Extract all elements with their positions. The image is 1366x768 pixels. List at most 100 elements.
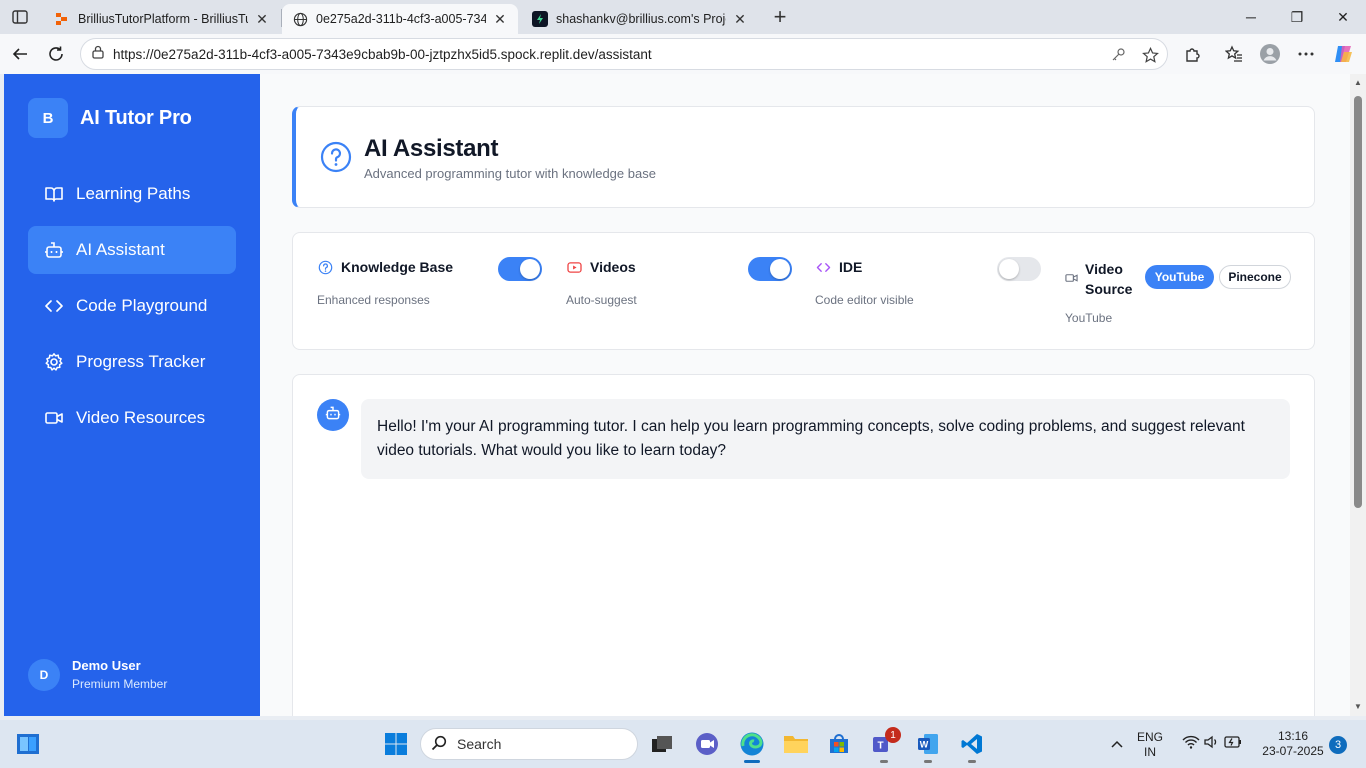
- file-explorer-icon[interactable]: [780, 728, 812, 760]
- copilot-icon[interactable]: [1331, 42, 1355, 66]
- wifi-icon: [1182, 735, 1200, 754]
- edge-browser-icon[interactable]: [736, 728, 768, 760]
- book-icon: [44, 184, 64, 204]
- sidebar-item-label: Learning Paths: [76, 184, 191, 203]
- brand[interactable]: B AI Tutor Pro: [28, 98, 192, 138]
- notifications-badge[interactable]: 3: [1329, 736, 1347, 754]
- url-text: https://0e275a2d-311b-4cf3-a005-7343e9cb…: [113, 46, 652, 62]
- svg-text:W: W: [920, 740, 929, 750]
- app-viewport: B AI Tutor Pro Learning Paths AI Assista…: [4, 74, 1350, 716]
- key-icon[interactable]: [1108, 45, 1128, 65]
- browser-tab[interactable]: shashankv@brillius.com's Project ✕: [522, 4, 758, 34]
- sidebar-item-progress-tracker[interactable]: Progress Tracker: [28, 338, 236, 386]
- site-info-icon[interactable]: [91, 45, 105, 64]
- address-bar[interactable]: https://0e275a2d-311b-4cf3-a005-7343e9cb…: [80, 38, 1168, 70]
- store-icon[interactable]: [823, 728, 855, 760]
- ide-setting: IDE Code editor visible: [815, 259, 914, 307]
- word-icon[interactable]: W: [912, 728, 944, 760]
- back-icon[interactable]: [8, 42, 32, 66]
- favorites-icon[interactable]: [1222, 42, 1246, 66]
- sidebar-item-learning-paths[interactable]: Learning Paths: [28, 170, 236, 218]
- battery-icon: [1224, 735, 1242, 753]
- setting-description: Auto-suggest: [566, 293, 637, 307]
- code-icon: [44, 296, 64, 316]
- user-profile[interactable]: D Demo User Premium Member: [28, 658, 167, 691]
- user-name: Demo User: [72, 658, 141, 673]
- clock-date: 23-07-2025: [1262, 744, 1324, 758]
- sidebar-item-ai-assistant[interactable]: AI Assistant: [28, 226, 236, 274]
- volume-icon: [1204, 735, 1220, 754]
- windows-start-icon[interactable]: [380, 728, 412, 760]
- knowledge-base-setting: Knowledge Base Enhanced responses: [317, 259, 453, 307]
- code-icon: [815, 259, 831, 275]
- chat-app-icon[interactable]: [691, 728, 723, 760]
- tab-actions-icon[interactable]: [8, 6, 32, 28]
- video-source-pinecone-button[interactable]: Pinecone: [1219, 265, 1291, 289]
- help-circle-icon: [317, 259, 333, 275]
- chevron-up-icon[interactable]: [1101, 728, 1133, 760]
- search-icon: [431, 735, 447, 754]
- page-header-card: AI Assistant Advanced programming tutor …: [292, 106, 1315, 208]
- teams-notification-badge: 1: [885, 727, 901, 743]
- extensions-icon[interactable]: [1181, 42, 1205, 66]
- language-indicator[interactable]: ENG IN: [1136, 730, 1164, 760]
- widgets-icon[interactable]: [12, 728, 44, 760]
- video-source-youtube-button[interactable]: YouTube: [1145, 265, 1214, 289]
- video-camera-icon: [1065, 270, 1079, 284]
- settings-card: Knowledge Base Enhanced responses Videos…: [292, 232, 1315, 350]
- sidebar-item-label: Progress Tracker: [76, 352, 206, 371]
- setting-description: Enhanced responses: [317, 293, 430, 307]
- new-tab-icon[interactable]: +: [768, 4, 792, 29]
- youtube-icon: [566, 259, 582, 275]
- maximize-icon[interactable]: ❐: [1274, 0, 1320, 34]
- close-tab-icon[interactable]: ✕: [732, 11, 748, 27]
- close-tab-icon[interactable]: ✕: [492, 11, 508, 27]
- profile-avatar-icon[interactable]: [1258, 42, 1282, 66]
- svg-text:T: T: [877, 741, 883, 752]
- sidebar-item-label: Video Resources: [76, 408, 206, 427]
- browser-tab-strip: BrilliusTutorPlatform - BrilliusTuto ✕ 0…: [0, 0, 1366, 34]
- scroll-down-icon[interactable]: ▼: [1353, 701, 1363, 711]
- assistant-avatar: [317, 399, 349, 431]
- project-favicon-icon: [532, 11, 548, 27]
- setting-label: Videos: [590, 259, 636, 275]
- bot-icon: [325, 405, 341, 426]
- scroll-up-icon[interactable]: ▲: [1353, 77, 1363, 87]
- knowledge-base-toggle[interactable]: [498, 257, 542, 281]
- page-subtitle: Advanced programming tutor with knowledg…: [364, 166, 656, 181]
- scrollbar-thumb[interactable]: [1354, 96, 1362, 508]
- globe-icon: [292, 11, 308, 27]
- sidebar: B AI Tutor Pro Learning Paths AI Assista…: [4, 74, 260, 716]
- brand-name: AI Tutor Pro: [80, 106, 192, 129]
- browser-tab[interactable]: BrilliusTutorPlatform - BrilliusTuto ✕: [44, 4, 280, 34]
- setting-description: Code editor visible: [815, 293, 914, 307]
- clock[interactable]: 13:16 23-07-2025: [1256, 729, 1330, 759]
- assistant-message: Hello! I'm your AI programming tutor. I …: [361, 399, 1290, 479]
- main-content: AI Assistant Advanced programming tutor …: [260, 74, 1350, 716]
- system-tray[interactable]: [1174, 728, 1250, 760]
- user-plan: Premium Member: [72, 677, 168, 691]
- task-view-icon[interactable]: [646, 728, 678, 760]
- more-menu-icon[interactable]: [1294, 42, 1318, 66]
- sidebar-item-code-playground[interactable]: Code Playground: [28, 282, 236, 330]
- videos-setting: Videos Auto-suggest: [566, 259, 637, 307]
- minimize-icon[interactable]: ─: [1228, 0, 1274, 34]
- close-tab-icon[interactable]: ✕: [254, 11, 270, 27]
- taskbar-search[interactable]: Search: [420, 728, 638, 760]
- videos-toggle[interactable]: [748, 257, 792, 281]
- refresh-icon[interactable]: [44, 42, 68, 66]
- close-window-icon[interactable]: ✕: [1320, 0, 1366, 34]
- browser-tab-active[interactable]: 0e275a2d-311b-4cf3-a005-7343e ✕: [282, 4, 518, 34]
- ide-toggle[interactable]: [997, 257, 1041, 281]
- sidebar-item-video-resources[interactable]: Video Resources: [28, 394, 236, 442]
- toggle-knob: [999, 259, 1019, 279]
- sidebar-item-label: AI Assistant: [76, 240, 165, 259]
- brand-logo: B: [28, 98, 68, 138]
- page-scrollbar[interactable]: ▲ ▼: [1350, 74, 1366, 716]
- favorite-star-icon[interactable]: [1140, 45, 1160, 65]
- language-text: ENG: [1136, 730, 1163, 744]
- vscode-icon[interactable]: [956, 728, 988, 760]
- active-app-indicator: [744, 760, 760, 763]
- video-source-label: Video Source: [1085, 261, 1133, 297]
- tab-title: 0e275a2d-311b-4cf3-a005-7343e: [316, 12, 486, 26]
